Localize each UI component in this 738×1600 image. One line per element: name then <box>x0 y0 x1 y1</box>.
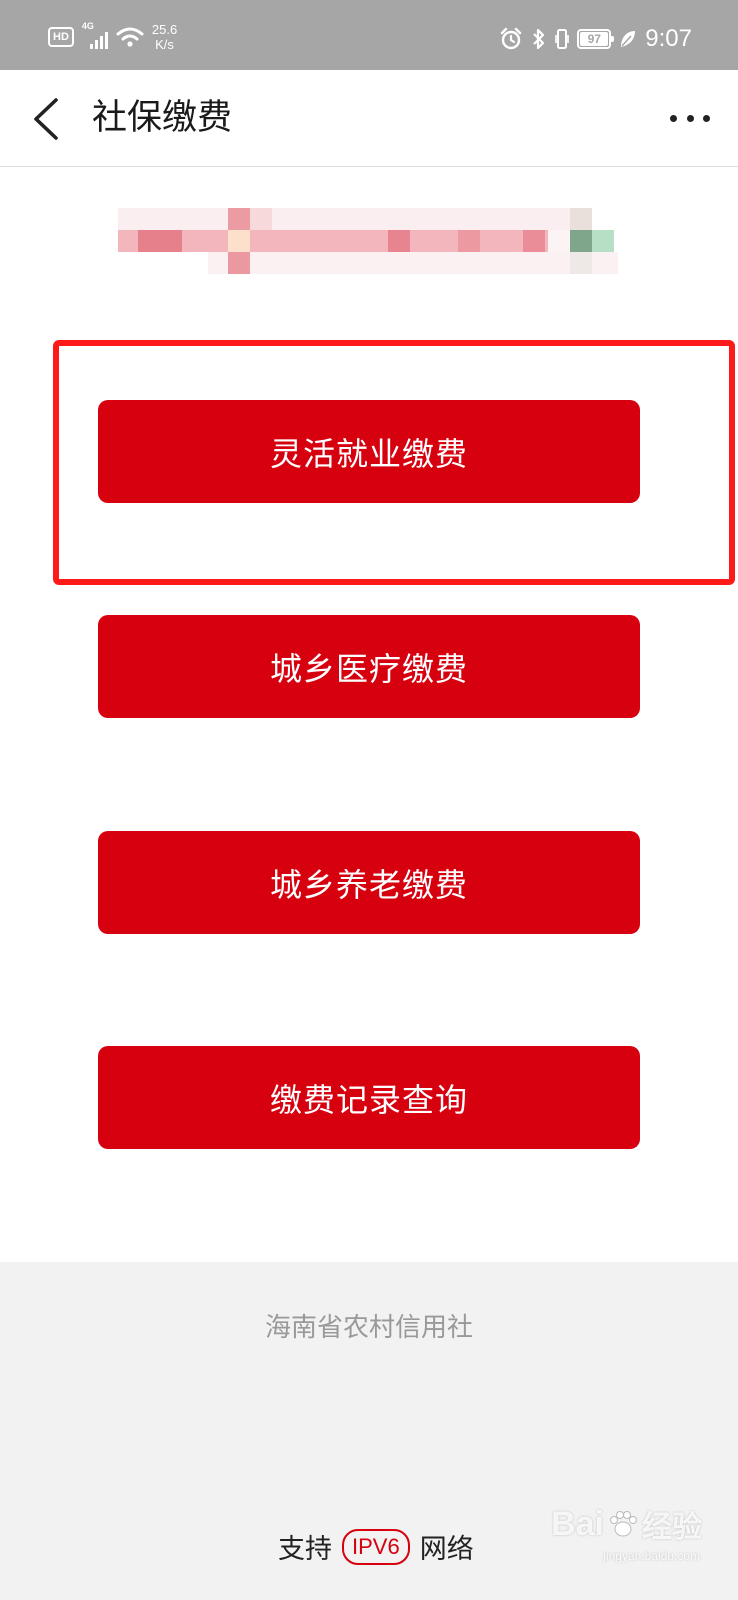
clock: 9:07 <box>645 25 692 52</box>
page-title: 社保缴费 <box>92 98 233 138</box>
footer: 海南省农村信用社 支持 IPV6 网络 Bai 经验 jingyan.baidu… <box>0 1262 738 1600</box>
status-bar: HD 4G 25.6 K/s 97 9:07 <box>0 0 738 70</box>
vibrate-icon <box>555 29 570 49</box>
network-speed-value: 25.6 <box>151 22 178 37</box>
status-right: 97 9:07 <box>499 24 692 54</box>
urban-rural-medical-payment-button[interactable]: 城乡医疗缴费 <box>98 615 640 718</box>
watermark-url: jingyan.baidu.com <box>603 1549 700 1563</box>
payment-record-query-button[interactable]: 缴费记录查询 <box>98 1046 640 1149</box>
urban-rural-pension-payment-button[interactable]: 城乡养老缴费 <box>98 831 640 934</box>
ipv6-badge: IPV6 <box>342 1528 410 1565</box>
support-suffix: 网络 <box>419 1534 474 1565</box>
support-prefix: 支持 <box>278 1534 332 1565</box>
network-speed: 25.6 K/s <box>152 22 177 52</box>
nav-bar: 社保缴费 <box>0 70 738 167</box>
hd-voice-badge: HD <box>48 27 74 47</box>
baidu-watermark: Bai 经验 <box>551 1502 702 1546</box>
flexible-employment-payment-button[interactable]: 灵活就业缴费 <box>98 400 640 503</box>
ipv6-support-line: 支持 IPV6 网络 <box>278 1527 474 1566</box>
watermark-suffix: 经验 <box>642 1511 702 1544</box>
watermark-brand: Bai <box>551 1504 604 1543</box>
cellular-signal-icon: 4G <box>82 21 108 49</box>
chevron-left-icon[interactable] <box>28 96 68 142</box>
more-dots-icon[interactable] <box>670 108 710 128</box>
obscured-account-info <box>118 208 628 278</box>
status-left: HD 4G 25.6 K/s <box>48 21 177 52</box>
battery-level: 97 <box>580 32 609 46</box>
alarm-icon <box>501 27 522 50</box>
battery-icon: 97 <box>577 29 615 49</box>
wifi-icon <box>116 27 144 47</box>
bluetooth-icon <box>533 28 545 50</box>
network-generation-label: 4G <box>81 21 94 31</box>
organization-name: 海南省农村信用社 <box>264 1313 473 1343</box>
paw-icon <box>610 1511 637 1537</box>
eco-leaf-icon <box>621 31 636 47</box>
network-speed-unit: K/s <box>155 37 174 52</box>
